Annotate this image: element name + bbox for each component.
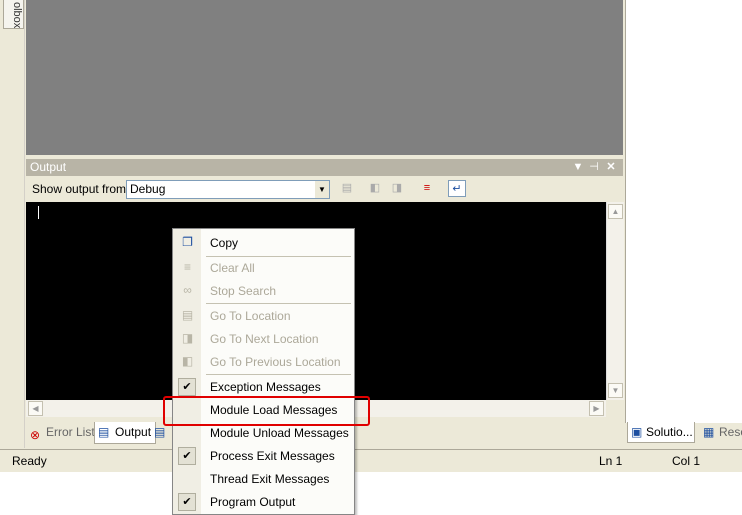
menu-item-process-exit-messages[interactable]: ✔ Process Exit Messages — [173, 445, 354, 467]
output-title-bar: Output ▼ ⊣ ✕ — [26, 159, 623, 176]
tab-solution-explorer[interactable]: ▣ Solutio... — [627, 422, 695, 443]
editor-area — [26, 0, 623, 155]
menu-item-thread-exit-messages[interactable]: Thread Exit Messages — [173, 468, 354, 490]
toolbox-tab-label: olbox — [11, 2, 23, 29]
output-title: Output — [30, 160, 67, 174]
status-line: Ln 1 — [599, 454, 623, 468]
text-caret — [38, 206, 39, 219]
tab-error-list-label: Error List — [46, 425, 95, 439]
output-source-select[interactable]: Debug ▼ — [126, 180, 330, 199]
check-icon: ✔ — [178, 447, 196, 465]
tab-resource-view[interactable]: ▦ Reso — [701, 422, 742, 443]
tab-output[interactable]: ▤ Output — [94, 422, 157, 444]
menu-item-go-to-location[interactable]: ▤ Go To Location — [173, 305, 354, 327]
vertical-scrollbar[interactable]: ▲ ▼ — [606, 202, 624, 400]
menu-item-label: Clear All — [210, 261, 255, 275]
menu-item-label: Thread Exit Messages — [210, 472, 330, 486]
menu-item-copy[interactable]: ❐ Copy — [173, 232, 354, 254]
annotation-highlight-box — [163, 396, 370, 426]
solution-explorer-panel — [625, 0, 742, 423]
menu-item-label: Stop Search — [210, 284, 277, 298]
menu-item-label: Go To Next Location — [210, 332, 319, 346]
menu-item-label: Process Exit Messages — [210, 449, 335, 463]
ide-window: olbox Output ▼ ⊣ ✕ Show output from: Deb… — [0, 0, 742, 472]
menu-item-clear-all[interactable]: ≡ Clear All — [173, 257, 354, 279]
menu-separator — [206, 374, 351, 375]
check-icon: ✔ — [178, 493, 196, 511]
solution-explorer-icon: ▣ — [631, 425, 643, 439]
copy-icon: ❐ — [182, 235, 193, 249]
toolbox-strip: olbox — [0, 0, 25, 448]
resource-view-icon: ▦ — [703, 425, 715, 439]
check-icon: ✔ — [178, 378, 196, 396]
previous-location-icon: ◧ — [181, 354, 194, 368]
menu-separator — [206, 303, 351, 304]
toolbox-tab[interactable]: olbox — [3, 0, 24, 29]
tab-solution-explorer-label: Solutio... — [646, 425, 693, 439]
scroll-left-arrow-icon[interactable]: ◀ — [28, 401, 43, 416]
menu-item-label: Go To Previous Location — [210, 355, 341, 369]
clear-all-icon[interactable]: ≡ — [418, 180, 436, 197]
scroll-down-arrow-icon[interactable]: ▼ — [608, 383, 623, 398]
tab-error-list[interactable]: ⊗ Error List — [28, 422, 95, 443]
menu-item-exception-messages[interactable]: ✔ Exception Messages — [173, 376, 354, 398]
find-results-icon[interactable]: ▤ — [154, 425, 165, 439]
tab-output-label: Output — [115, 425, 152, 439]
chevron-down-icon[interactable]: ▼ — [315, 181, 329, 198]
menu-item-label: Go To Location — [210, 309, 291, 323]
menu-item-program-output[interactable]: ✔ Program Output — [173, 491, 354, 513]
status-column: Col 1 — [672, 454, 701, 468]
next-location-icon: ◨ — [181, 331, 194, 345]
menu-item-label: Module Unload Messages — [210, 426, 349, 440]
menu-item-label: Exception Messages — [210, 380, 321, 394]
output-source-value: Debug — [130, 182, 166, 196]
menu-item-go-to-previous-location[interactable]: ◧ Go To Previous Location — [173, 351, 354, 373]
binoculars-icon: ∞ — [183, 283, 192, 297]
show-output-from-label: Show output from: — [32, 182, 130, 196]
menu-item-go-to-next-location[interactable]: ◨ Go To Next Location — [173, 328, 354, 350]
window-position-dropdown-icon[interactable]: ▼ — [571, 160, 585, 174]
right-tab-strip: ▣ Solutio... ▦ Reso — [625, 422, 742, 448]
tab-resource-view-label: Reso — [719, 425, 742, 439]
scroll-up-arrow-icon[interactable]: ▲ — [608, 204, 623, 219]
close-icon[interactable]: ✕ — [604, 160, 618, 174]
context-menu: ❐ Copy ≡ Clear All ∞ Stop Search ▤ Go To… — [172, 228, 355, 515]
next-location-icon[interactable]: ◨ — [388, 180, 406, 197]
go-to-location-icon[interactable]: ▤ — [338, 180, 356, 197]
word-wrap-icon[interactable]: ↵ — [448, 180, 466, 197]
status-text: Ready — [12, 454, 47, 468]
status-bar: Ready Ln 1 Col 1 — [0, 449, 742, 472]
clear-all-icon: ≡ — [183, 260, 191, 274]
menu-item-stop-search[interactable]: ∞ Stop Search — [173, 280, 354, 302]
error-list-icon: ⊗ — [30, 428, 41, 442]
pin-icon[interactable]: ⊣ — [587, 160, 601, 174]
previous-location-icon[interactable]: ◧ — [366, 180, 384, 197]
scroll-right-arrow-icon[interactable]: ▶ — [589, 401, 604, 416]
menu-item-label: Copy — [210, 236, 239, 250]
go-to-location-icon: ▤ — [181, 308, 194, 322]
menu-item-label: Program Output — [210, 495, 296, 509]
output-window-icon: ▤ — [98, 425, 110, 439]
